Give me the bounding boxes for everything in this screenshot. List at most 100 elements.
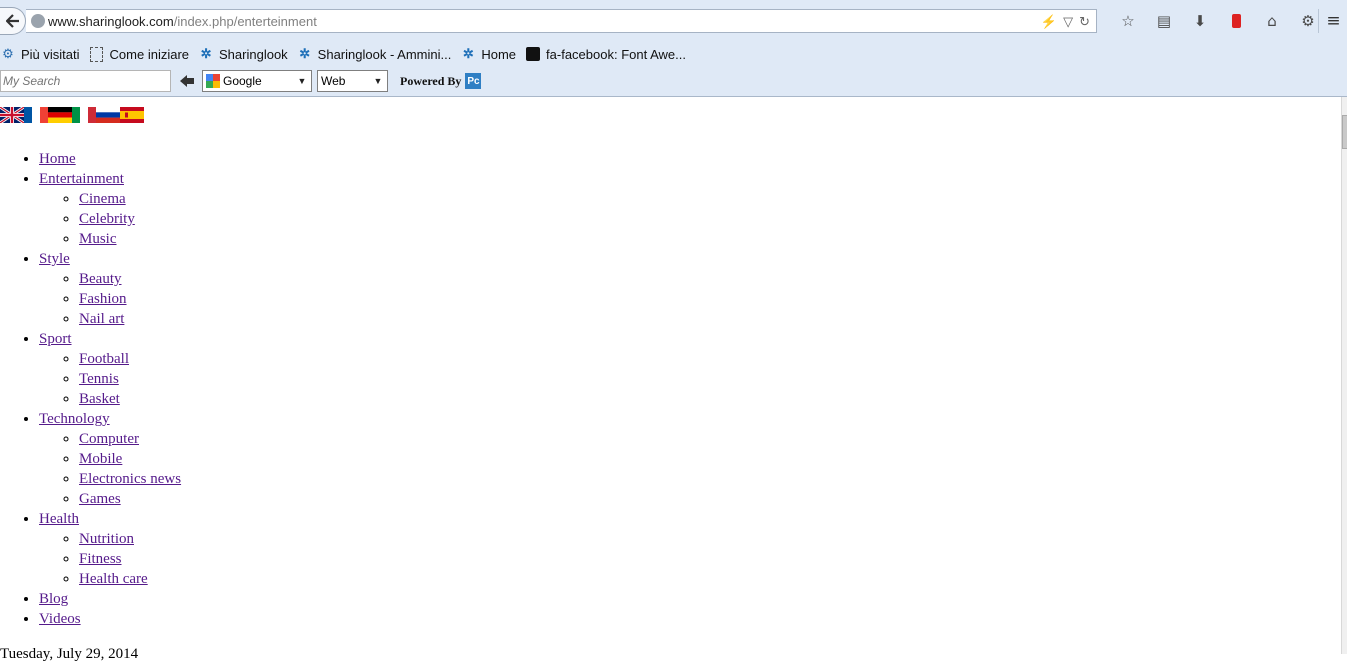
submenu-item: Nutrition bbox=[79, 529, 181, 549]
bookmark-star-icon[interactable]: ☆ bbox=[1110, 9, 1146, 33]
menu-item-entertainment: Entertainment Cinema Celebrity Music bbox=[39, 169, 181, 249]
bookmark-label: fa-facebook: Font Awe... bbox=[546, 46, 686, 62]
submenu-link[interactable]: Electronics news bbox=[79, 471, 181, 487]
flag-es-icon[interactable] bbox=[120, 107, 144, 123]
chevron-down-icon: ▼ bbox=[297, 76, 307, 86]
reading-list-icon[interactable]: ▤ bbox=[1146, 9, 1182, 33]
submenu-item: Health care bbox=[79, 569, 181, 589]
menu-item-health: Health Nutrition Fitness Health care bbox=[39, 509, 181, 589]
menu-item-videos: Videos bbox=[39, 609, 181, 629]
back-arrow-icon bbox=[5, 14, 19, 28]
flag-en-icon[interactable] bbox=[0, 107, 24, 123]
reload-icon[interactable]: ↻ bbox=[1079, 15, 1090, 30]
bookmark-font-awesome[interactable]: fa-facebook: Font Awe... bbox=[525, 46, 686, 62]
addon-icon[interactable] bbox=[1218, 9, 1254, 33]
url-bar-icons: ⚡ ▽ ↻ bbox=[1041, 12, 1090, 32]
bookmark-sharinglook-admin[interactable]: ✲ Sharinglook - Ammini... bbox=[297, 46, 451, 62]
bookmarks-bar: ⚙ Più visitati Come iniziare ✲ Sharinglo… bbox=[0, 43, 695, 65]
menu-link[interactable]: Videos bbox=[39, 611, 81, 627]
page-icon bbox=[89, 46, 105, 62]
scrollbar-thumb[interactable] bbox=[1342, 115, 1347, 149]
submenu: Football Tennis Basket bbox=[39, 349, 181, 409]
submenu-link[interactable]: Cinema bbox=[79, 191, 126, 207]
menu-item-technology: Technology Computer Mobile Electronics n… bbox=[39, 409, 181, 509]
submenu-link[interactable]: Computer bbox=[79, 431, 139, 447]
my-search-input[interactable] bbox=[0, 70, 171, 92]
home-icon[interactable]: ⌂ bbox=[1254, 9, 1290, 33]
menu-item-home: Home bbox=[39, 149, 181, 169]
menu-link[interactable]: Home bbox=[39, 151, 76, 167]
flag-fr-icon[interactable] bbox=[24, 107, 48, 123]
bookmark-sharinglook[interactable]: ✲ Sharinglook bbox=[198, 46, 288, 62]
submenu-item: Football bbox=[79, 349, 181, 369]
submenu-link[interactable]: Nail art bbox=[79, 311, 124, 327]
download-icon[interactable]: ⬇ bbox=[1182, 9, 1218, 33]
submenu-item: Celebrity bbox=[79, 209, 181, 229]
url-path: /index.php/enterteinment bbox=[173, 14, 317, 29]
flag-it-icon[interactable] bbox=[72, 107, 96, 123]
menu-item-blog: Blog bbox=[39, 589, 181, 609]
bookmark-getting-started[interactable]: Come iniziare bbox=[89, 46, 189, 62]
submenu: Computer Mobile Electronics news Games bbox=[39, 429, 181, 509]
submenu-link[interactable]: Music bbox=[79, 231, 117, 247]
submenu-link[interactable]: Celebrity bbox=[79, 211, 135, 227]
bookmark-home[interactable]: ✲ Home bbox=[460, 46, 516, 62]
submenu: Beauty Fashion Nail art bbox=[39, 269, 181, 329]
dropdown-history-icon[interactable]: ▽ bbox=[1063, 14, 1073, 30]
menu-item-style: Style Beauty Fashion Nail art bbox=[39, 249, 181, 329]
submenu-item: Computer bbox=[79, 429, 181, 449]
vertical-scrollbar[interactable] bbox=[1341, 97, 1347, 654]
google-icon bbox=[206, 74, 220, 88]
submenu-link[interactable]: Mobile bbox=[79, 451, 122, 467]
submenu-link[interactable]: Fitness bbox=[79, 551, 122, 567]
submenu-item: Nail art bbox=[79, 309, 181, 329]
main-menu: Home Entertainment Cinema Celebrity Musi… bbox=[0, 149, 181, 629]
powered-by[interactable]: Powered By Pc bbox=[400, 73, 482, 89]
submenu-link[interactable]: Basket bbox=[79, 391, 120, 407]
submenu-item: Fitness bbox=[79, 549, 181, 569]
submenu: Cinema Celebrity Music bbox=[39, 189, 181, 249]
joomla-icon: ✲ bbox=[200, 46, 212, 61]
menu-link[interactable]: Technology bbox=[39, 411, 110, 427]
submenu-item: Games bbox=[79, 489, 181, 509]
submenu: Nutrition Fitness Health care bbox=[39, 529, 181, 589]
powered-by-label: Powered By bbox=[400, 73, 462, 88]
submenu-link[interactable]: Health care bbox=[79, 571, 148, 587]
back-button[interactable] bbox=[0, 7, 26, 35]
lightning-icon[interactable]: ⚡ bbox=[1041, 14, 1057, 30]
submenu-item: Electronics news bbox=[79, 469, 181, 489]
pc-logo-icon: Pc bbox=[465, 73, 482, 89]
flag-ru-icon[interactable] bbox=[96, 107, 120, 123]
submenu-item: Basket bbox=[79, 389, 181, 409]
submenu-link[interactable]: Games bbox=[79, 491, 121, 507]
navigation-bar: www.sharinglook.com/index.php/enterteinm… bbox=[0, 0, 1347, 42]
menu-link[interactable]: Style bbox=[39, 251, 70, 267]
submenu-link[interactable]: Tennis bbox=[79, 371, 119, 387]
submenu-link[interactable]: Fashion bbox=[79, 291, 127, 307]
url-text[interactable]: www.sharinglook.com/index.php/enterteinm… bbox=[48, 14, 317, 29]
submenu-item: Beauty bbox=[79, 269, 181, 289]
menu-link[interactable]: Blog bbox=[39, 591, 68, 607]
menu-link[interactable]: Sport bbox=[39, 331, 72, 347]
flag-icon bbox=[525, 46, 541, 62]
url-bar[interactable]: www.sharinglook.com/index.php/enterteinm… bbox=[26, 9, 1097, 33]
globe-icon bbox=[31, 14, 45, 28]
submenu-item: Fashion bbox=[79, 289, 181, 309]
menu-link[interactable]: Health bbox=[39, 511, 79, 527]
bookmark-label: Home bbox=[481, 46, 517, 62]
submenu-link[interactable]: Football bbox=[79, 351, 129, 367]
bookmark-label: Più visitati bbox=[21, 46, 80, 62]
submenu-item: Music bbox=[79, 229, 181, 249]
flag-de-icon[interactable] bbox=[48, 107, 72, 123]
search-engine-select[interactable]: Google ▼ bbox=[202, 70, 312, 92]
url-host: www.sharinglook.com bbox=[48, 14, 174, 29]
search-back-arrow-icon[interactable] bbox=[177, 71, 197, 91]
most-visited-icon: ⚙ bbox=[2, 46, 14, 61]
submenu-item: Mobile bbox=[79, 449, 181, 469]
submenu-link[interactable]: Nutrition bbox=[79, 531, 134, 547]
menu-link[interactable]: Entertainment bbox=[39, 171, 124, 187]
search-scope-select[interactable]: Web ▼ bbox=[317, 70, 388, 92]
bookmark-most-visited[interactable]: ⚙ Più visitati bbox=[0, 46, 80, 62]
hamburger-menu-icon[interactable]: ≡ bbox=[1318, 9, 1347, 33]
submenu-link[interactable]: Beauty bbox=[79, 271, 122, 287]
